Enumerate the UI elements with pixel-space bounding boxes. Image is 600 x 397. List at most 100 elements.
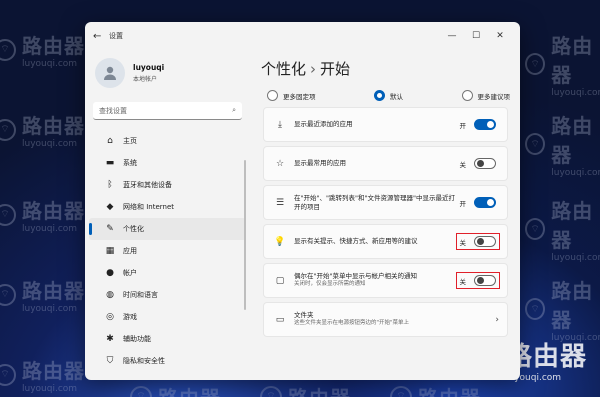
sidebar-item-label: 网络和 Internet [123,203,175,211]
toggle-group: 关 [455,272,500,289]
breadcrumb-parent[interactable]: 个性化 [261,60,306,78]
toggle-state-label: 关 [459,160,467,169]
bluetooth-icon: ᛒ [107,180,113,190]
sidebar-item-0[interactable]: ⌂ 主页 [89,130,246,152]
window-controls: — ☐ ✕ [440,31,512,41]
router-logo-icon: ⌔ [525,53,546,75]
sidebar-item-3[interactable]: ◆ 网络和 Internet [89,196,246,218]
star-icon: ☆ [275,158,285,169]
folders-card[interactable]: ▭ 文件夹 这些文件夹显示在电源按钮旁边的"开始"菜单上 › [263,302,508,337]
router-logo-icon: ⌔ [260,385,282,397]
sidebar-scrollbar[interactable] [244,160,246,310]
setting-title: 显示最近添加的应用 [294,120,353,129]
setting-subtitle: 关闭时，仅会显示所需的通知 [294,281,366,288]
toggle-switch[interactable] [474,119,496,130]
watermark: ⌔路由器 [260,382,351,397]
watermark: ⌔路由器luyouqi.com [0,355,85,394]
watermark: ⌔路由器luyouqi.com [0,30,85,69]
toggle-switch[interactable] [474,197,496,208]
account-type: 本地帐户 [133,76,158,83]
toggle-switch[interactable] [474,236,496,247]
setting-title: 偶尔在"开始"菜单中显示与帐户相关的通知 [294,272,417,281]
sidebar-item-8[interactable]: ◎ 游戏 [89,306,246,328]
sidebar-item-2[interactable]: ᛒ 蓝牙和其他设备 [89,174,246,196]
setting-row: 💡 显示有关提示、快捷方式、新应用等的建议 关 [263,224,508,259]
setting-title: 显示最常用的应用 [294,159,346,168]
sidebar-item-label: 主页 [123,137,137,145]
chevron-right-icon: › [495,314,499,325]
radio-label: 更多建议项 [477,92,511,101]
user-card[interactable]: luyouqi 本地帐户 [85,50,250,98]
toggle-group: 开 [457,117,500,132]
layout-option-2[interactable]: 更多建议项 [461,90,511,101]
close-button[interactable]: ✕ [488,31,512,41]
radio-button[interactable] [374,90,385,101]
home-icon: ⌂ [107,136,113,146]
radio-button[interactable] [267,90,278,101]
breadcrumb: 个性化 › 开始 [261,58,520,80]
layout-options: 更多固定项 默认 更多建议项 [267,90,510,101]
sidebar-item-label: 蓝牙和其他设备 [123,181,172,189]
window-title: 设置 [109,32,123,40]
radio-label: 更多固定项 [283,92,316,101]
setting-row: ▢ 偶尔在"开始"菜单中显示与帐户相关的通知 关闭时，仅会显示所需的通知 关 [263,263,508,298]
toggle-state-label: 开 [459,199,467,208]
wifi-icon: ◆ [106,202,114,212]
maximize-button[interactable]: ☐ [464,31,488,41]
layout-option-0[interactable]: 更多固定项 [267,90,316,101]
toggle-state-label: 关 [459,238,467,247]
breadcrumb-separator: › [310,60,317,78]
toggle-switch[interactable] [474,275,496,286]
settings-list: ⤓ 显示最近添加的应用开 ☆ 显示最常用的应用关 ☰ 在"开始"、"跳转列表"和"文件资源… [257,107,520,298]
router-logo-icon: ⌔ [390,385,412,397]
router-logo-icon: ⌔ [0,118,16,141]
router-logo-icon: ⌔ [525,218,546,240]
toggle-switch[interactable] [474,158,496,169]
sidebar-item-4[interactable]: ✎ 个性化 [89,218,246,240]
watermark: ⌔路由器luyouqi.com [525,110,600,178]
setting-row: ⤓ 显示最近添加的应用 开 [263,107,508,142]
watermark: ⌔路由器luyouqi.com [0,275,85,314]
toggle-group: 关 [457,156,500,171]
router-logo-icon: ⌔ [0,38,16,61]
sidebar-item-label: 辅助功能 [123,335,151,343]
sidebar-item-label: 帐户 [123,269,137,277]
main-content: 个性化 › 开始 更多固定项 默认 更多建议项 ⤓ 显示最近添加的应用开 ☆ 显示最常用的应用… [257,50,520,380]
search-input[interactable]: 查找设置 ⌕ [93,102,242,120]
sidebar-item-1[interactable]: ▬ 系统 [89,152,246,174]
search-icon[interactable]: ⌕ [232,106,236,115]
router-logo-icon: ⌔ [525,133,546,155]
user-silhouette-icon [104,66,116,80]
sidebar-item-5[interactable]: ▦ 应用 [89,240,246,262]
settings-window: ← 设置 — ☐ ✕ luyouqi 本地帐户 查找设置 ⌕ ⌂ 主页 ▬ 系统 ᛒ 蓝牙… [85,22,520,380]
apps-icon: ▦ [105,246,115,256]
notification-icon: ▢ [275,275,285,286]
minimize-button[interactable]: — [440,31,464,41]
sidebar-item-6[interactable]: ● 帐户 [89,262,246,284]
nav-list: ⌂ 主页 ▬ 系统 ᛒ 蓝牙和其他设备 ◆ 网络和 Internet ✎ 个性化 ▦ 应用 ● 帐户 ◍ 时间… [85,130,250,372]
radio-button[interactable] [461,90,473,101]
page-title: 开始 [320,60,351,78]
folders-title: 文件夹 [294,311,314,320]
sidebar-item-label: 系统 [123,159,137,167]
router-logo-icon: ⌔ [0,203,16,226]
router-logo-icon: ⌔ [0,363,16,386]
setting-title: 在"开始"、"跳转列表"和"文件资源管理器"中显示最近打开的项目 [294,193,455,211]
router-logo-icon: ⌔ [0,283,16,306]
sidebar-item-label: 个性化 [123,225,144,233]
sidebar-item-10[interactable]: ⛉ 隐私和安全性 [89,350,246,372]
toggle-group: 开 [457,195,500,210]
watermark: ⌔路由器luyouqi.com [525,275,600,343]
radio-label: 默认 [390,92,403,101]
back-arrow-icon[interactable]: ← [93,31,109,42]
sidebar-item-9[interactable]: ✱ 辅助功能 [89,328,246,350]
toggle-group: 关 [455,233,500,250]
toggle-state-label: 开 [459,121,467,130]
sidebar-item-7[interactable]: ◍ 时间和语言 [89,284,246,306]
avatar [95,58,125,88]
router-logo-icon: ⌔ [525,298,546,320]
layout-option-1[interactable]: 默认 [374,90,403,101]
setting-row: ☆ 显示最常用的应用 关 [263,146,508,181]
monitor-icon: ▬ [105,158,115,168]
folders-subtitle: 这些文件夹显示在电源按钮旁边的"开始"菜单上 [294,320,410,327]
